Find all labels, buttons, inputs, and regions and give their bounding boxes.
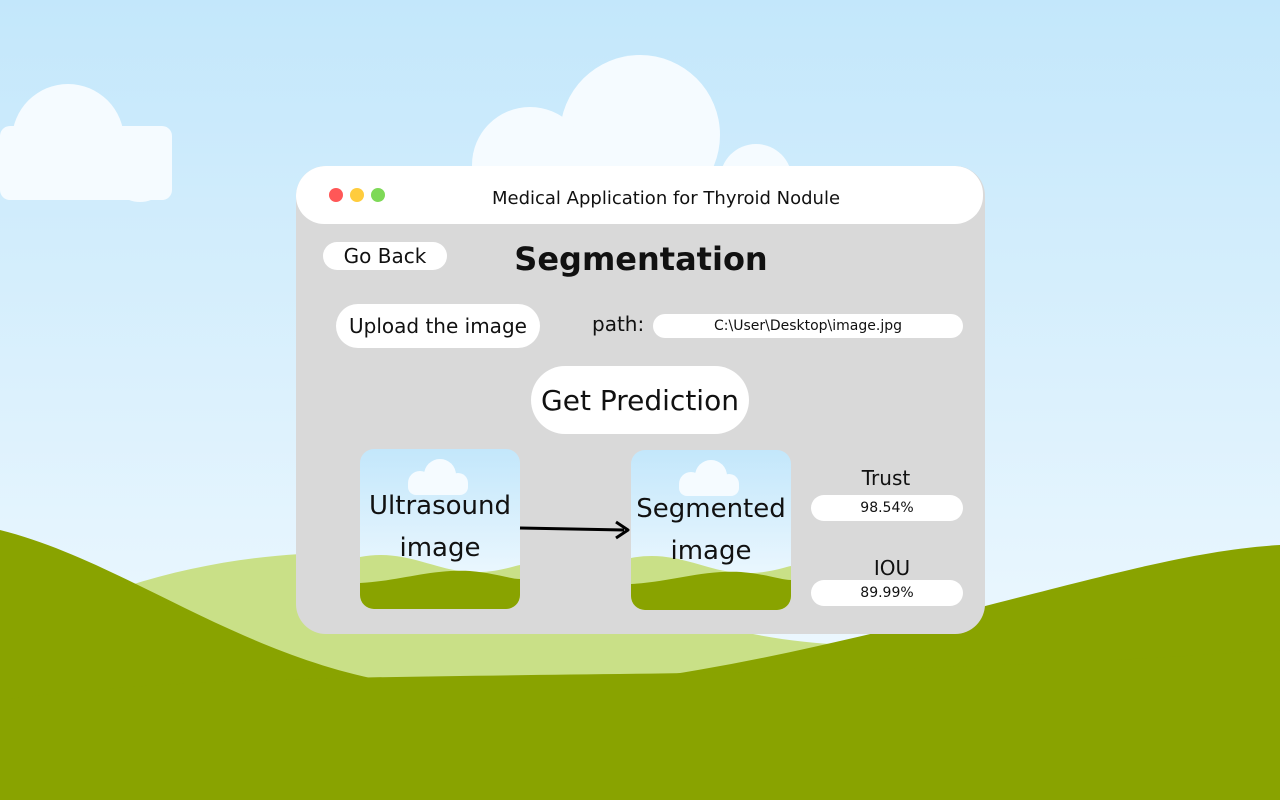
upload-image-button[interactable]: Upload the image [336,304,540,348]
path-field[interactable]: C:\User\Desktop\image.jpg [653,314,963,338]
get-prediction-button[interactable]: Get Prediction [531,366,749,434]
window-titlebar: Medical Application for Thyroid Nodule [296,166,983,224]
maximize-window-button[interactable] [371,188,385,202]
trust-label: Trust [861,466,911,490]
iou-value: 89.99% [811,580,963,606]
ultrasound-image-placeholder: Ultrasound image [360,449,520,609]
iou-label: IOU [873,556,911,580]
segmented-image-placeholder: Segmented image [631,450,791,610]
trust-value: 98.54% [811,495,963,521]
go-back-button[interactable]: Go Back [323,242,447,270]
minimize-window-button[interactable] [350,188,364,202]
ultrasound-image-label: Ultrasound image [369,491,511,563]
window-title: Medical Application for Thyroid Nodule [491,188,841,209]
path-label: path: [592,312,645,336]
close-window-button[interactable] [329,188,343,202]
app-window: Medical Application for Thyroid Nodule G… [296,166,985,634]
arrow-right-icon [519,520,630,540]
page-title: Segmentation [514,240,768,278]
segmented-image-label: Segmented image [636,494,786,566]
